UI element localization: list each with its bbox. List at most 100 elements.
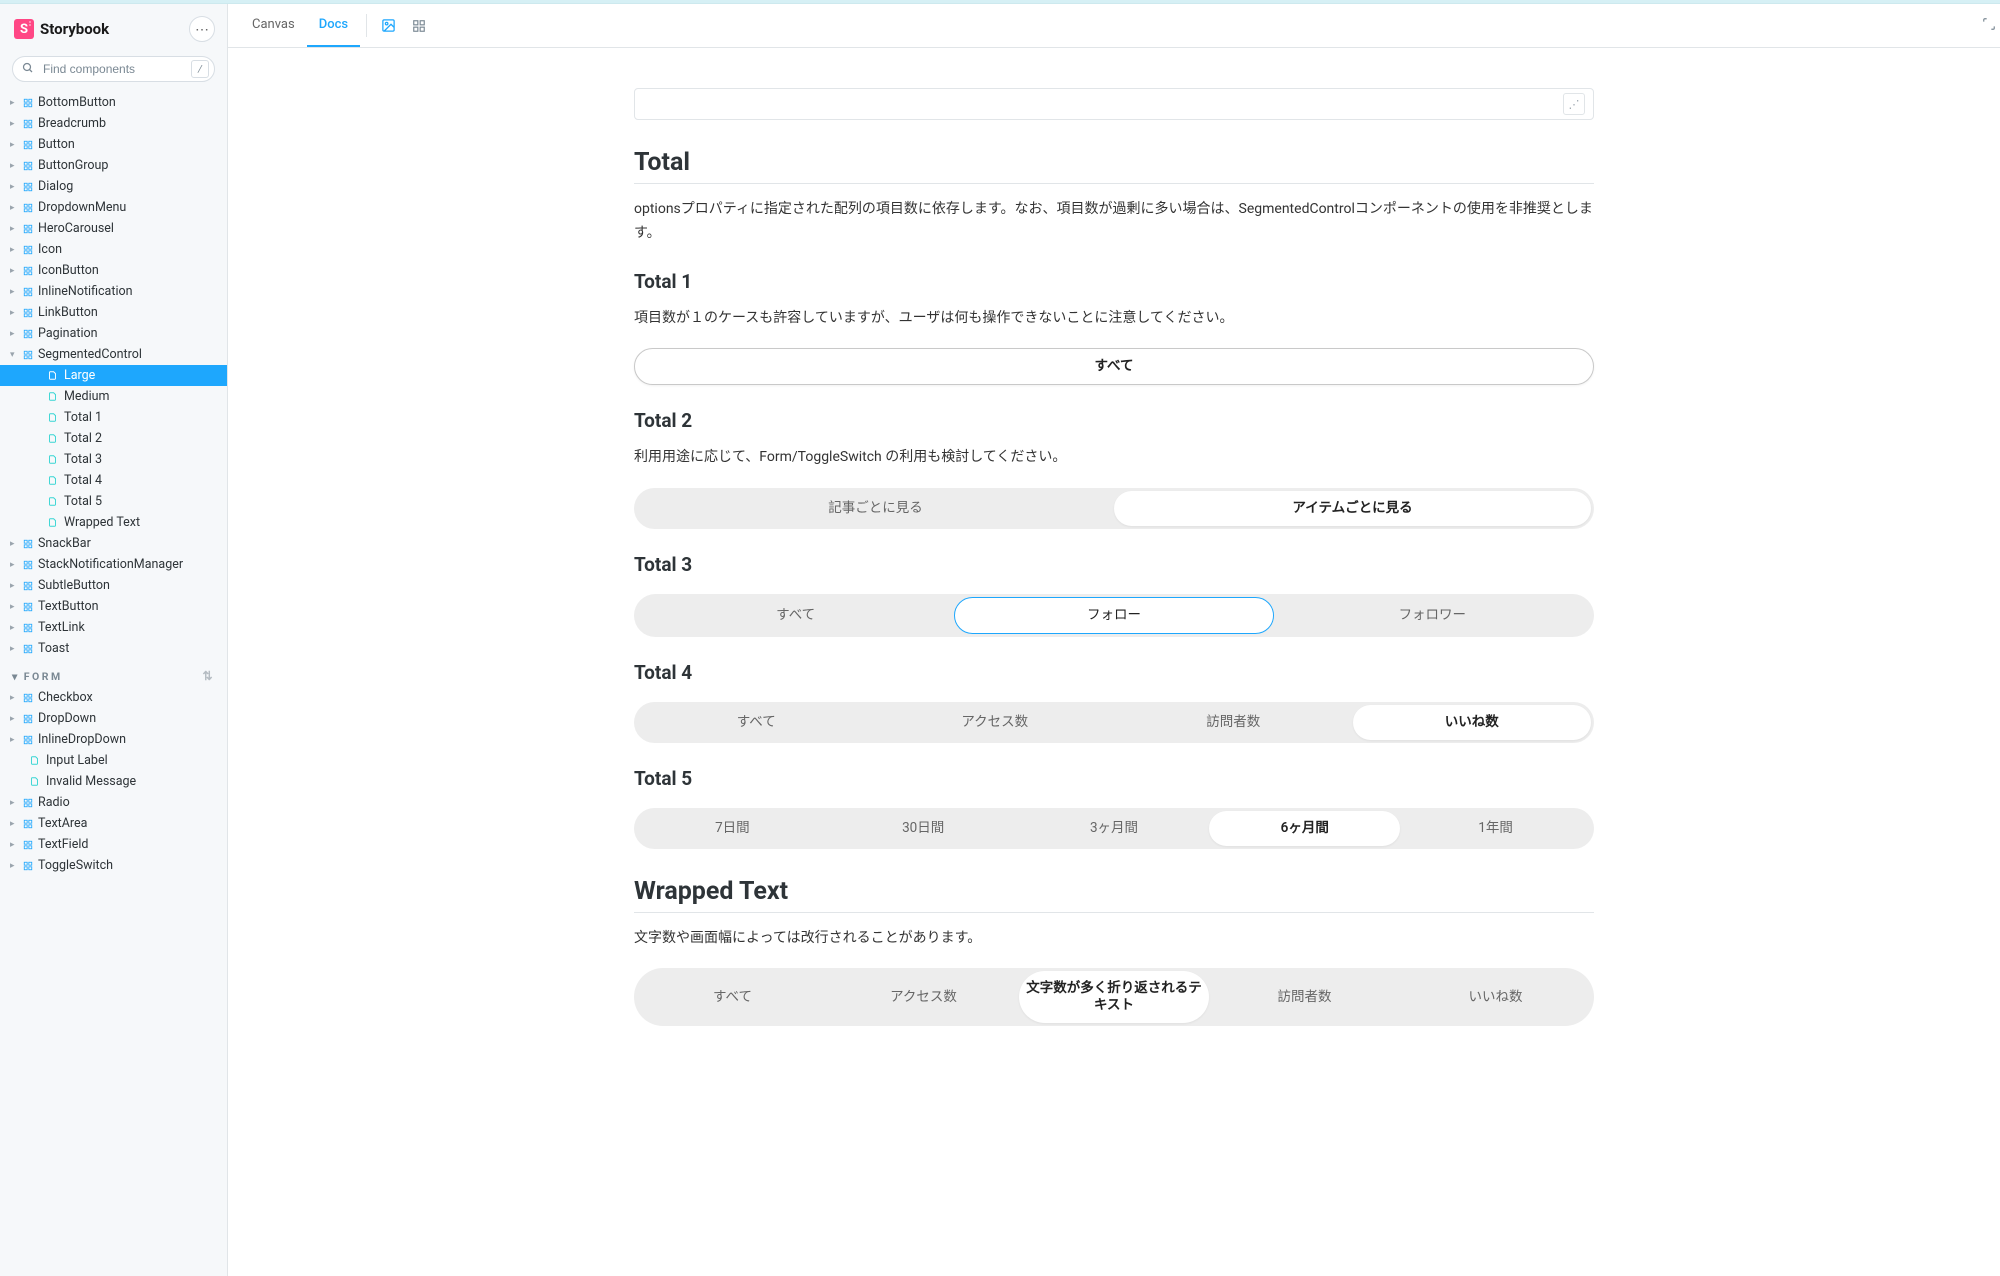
sidebar-component-button[interactable]: ▸Button — [0, 134, 227, 155]
sidebar-component-subtlebutton[interactable]: ▸SubtleButton — [0, 575, 227, 596]
resize-grip-icon[interactable]: ⋰ — [1563, 93, 1585, 115]
sidebar-component-pagination[interactable]: ▸Pagination — [0, 323, 227, 344]
segmented-option[interactable]: 1年間 — [1400, 811, 1591, 846]
search-container: / — [12, 56, 215, 82]
caret-icon: ▸ — [10, 623, 18, 633]
sort-icon[interactable]: ⇅ — [202, 669, 215, 683]
segmented-option[interactable]: フォロワー — [1274, 597, 1591, 634]
segmented-option[interactable]: 訪問者数 — [1209, 971, 1400, 1023]
document-icon — [48, 518, 58, 528]
segmented-option-label: 3ヶ月間 — [1090, 820, 1138, 837]
segmented-option[interactable]: すべて — [637, 705, 876, 740]
sidebar-group-label: FORM — [24, 670, 63, 683]
segmented-option[interactable]: フォロー — [954, 597, 1273, 634]
sidebar-component-dropdownmenu[interactable]: ▸DropdownMenu — [0, 197, 227, 218]
sidebar-component-toast[interactable]: ▸Toast — [0, 638, 227, 659]
segmented-option[interactable]: すべて — [637, 597, 954, 634]
tab-docs[interactable]: Docs — [307, 4, 360, 47]
sidebar-item-label: TextField — [38, 837, 88, 852]
tab-canvas[interactable]: Canvas — [240, 4, 307, 47]
sidebar-component-buttongroup[interactable]: ▸ButtonGroup — [0, 155, 227, 176]
search-shortcut-hint: / — [191, 60, 209, 78]
sidebar-component-herocarousel[interactable]: ▸HeroCarousel — [0, 218, 227, 239]
sidebar-group-form[interactable]: ▾ FORM ⇅ — [0, 659, 227, 687]
sidebar-component-breadcrumb[interactable]: ▸Breadcrumb — [0, 113, 227, 134]
caret-icon: ▾ — [12, 670, 20, 683]
doc-scroll[interactable]: ⋰ Total optionsプロパティに指定された配列の項目数に依存します。な… — [228, 48, 2000, 1276]
sidebar-item-label: InlineDropDown — [38, 732, 126, 747]
caret-icon: ▸ — [10, 119, 18, 129]
sidebar-component-radio[interactable]: ▸Radio — [0, 792, 227, 813]
sidebar-story-total-2[interactable]: Total 2 — [0, 428, 227, 449]
segmented-option[interactable]: アクセス数 — [828, 971, 1019, 1023]
fullscreen-toggle-icon[interactable] — [1982, 17, 1996, 35]
segmented-option[interactable]: すべて — [637, 971, 828, 1023]
sidebar-story-total-1[interactable]: Total 1 — [0, 407, 227, 428]
sidebar-item-label: LinkButton — [38, 305, 98, 320]
sidebar-component-textfield[interactable]: ▸TextField — [0, 834, 227, 855]
segmented-option[interactable]: 訪問者数 — [1114, 705, 1353, 740]
sidebar-component-dropdown[interactable]: ▸DropDown — [0, 708, 227, 729]
section-desc: 項目数が１のケースも許容していますが、ユーザは何も操作できないことに注意してくだ… — [634, 307, 1594, 331]
grid-icon[interactable] — [404, 4, 434, 47]
component-icon — [22, 97, 34, 109]
sidebar-component-segmentedcontrol[interactable]: ▾SegmentedControl — [0, 344, 227, 365]
segmented-option[interactable]: 3ヶ月間 — [1019, 811, 1210, 846]
sidebar-component-toggleswitch[interactable]: ▸ToggleSwitch — [0, 855, 227, 876]
segmented-option[interactable]: 文字数が多く折り返されるテキスト — [1019, 971, 1209, 1023]
sidebar-component-textarea[interactable]: ▸TextArea — [0, 813, 227, 834]
caret-icon: ▸ — [10, 693, 18, 703]
segmented-option[interactable]: 30日間 — [828, 811, 1019, 846]
search-input[interactable] — [12, 56, 215, 82]
sidebar-component-icon[interactable]: ▸Icon — [0, 239, 227, 260]
component-icon — [22, 181, 34, 193]
sidebar-component-inlinenotification[interactable]: ▸InlineNotification — [0, 281, 227, 302]
ellipsis-icon: ⋯ — [195, 21, 209, 38]
segmented-option[interactable]: アクセス数 — [876, 705, 1115, 740]
segmented-option[interactable]: いいね数 — [1353, 705, 1592, 740]
toolbar: Canvas Docs — [228, 4, 2000, 48]
sidebar-story-total-5[interactable]: Total 5 — [0, 491, 227, 512]
sidebar-story-total-4[interactable]: Total 4 — [0, 470, 227, 491]
section-desc-total: optionsプロパティに指定された配列の項目数に依存します。なお、項目数が過剰… — [634, 198, 1594, 246]
sidebar-component-linkbutton[interactable]: ▸LinkButton — [0, 302, 227, 323]
caret-icon: ▸ — [10, 735, 18, 745]
segmented-option[interactable]: 6ヶ月間 — [1209, 811, 1400, 846]
preview-frame-remnant: ⋰ — [634, 88, 1594, 120]
sidebar-item-label: ButtonGroup — [38, 158, 108, 173]
image-diff-icon[interactable] — [373, 4, 404, 47]
sidebar-story-total-3[interactable]: Total 3 — [0, 449, 227, 470]
sidebar-tree[interactable]: ▸BottomButton▸Breadcrumb▸Button▸ButtonGr… — [0, 92, 227, 1276]
segmented-control: すべて — [634, 348, 1594, 385]
caret-icon: ▾ — [10, 350, 18, 360]
sidebar-story-invalid-message[interactable]: Invalid Message — [0, 771, 227, 792]
sidebar-component-textbutton[interactable]: ▸TextButton — [0, 596, 227, 617]
sidebar-component-iconbutton[interactable]: ▸IconButton — [0, 260, 227, 281]
sidebar-component-snackbar[interactable]: ▸SnackBar — [0, 533, 227, 554]
segmented-option[interactable]: いいね数 — [1400, 971, 1591, 1023]
sidebar-component-dialog[interactable]: ▸Dialog — [0, 176, 227, 197]
sidebar-story-medium[interactable]: Medium — [0, 386, 227, 407]
component-icon — [22, 223, 34, 235]
section-heading-total-2: Total 2 — [634, 409, 1594, 432]
sidebar-story-wrapped-text[interactable]: Wrapped Text — [0, 512, 227, 533]
segmented-option[interactable]: アイテムごとに見る — [1114, 491, 1591, 526]
sidebar-component-bottombutton[interactable]: ▸BottomButton — [0, 92, 227, 113]
sidebar-item-label: Toast — [38, 641, 69, 656]
search-icon — [22, 62, 34, 77]
sidebar-component-textlink[interactable]: ▸TextLink — [0, 617, 227, 638]
sidebar-component-stacknotificationmanager[interactable]: ▸StackNotificationManager — [0, 554, 227, 575]
segmented-option[interactable]: 記事ごとに見る — [637, 491, 1114, 526]
sidebar-component-inlinedropdown[interactable]: ▸ InlineDropDown — [0, 729, 227, 750]
segmented-option[interactable]: すべて — [634, 348, 1594, 385]
sidebar-component-checkbox[interactable]: ▸Checkbox — [0, 687, 227, 708]
sidebar-item-label: Total 5 — [64, 494, 102, 509]
sidebar-menu-button[interactable]: ⋯ — [189, 16, 215, 42]
caret-icon: ▸ — [10, 798, 18, 808]
segmented-option[interactable]: 7日間 — [637, 811, 828, 846]
storybook-logo[interactable]: S Storybook — [14, 19, 109, 39]
sidebar-story-input-label[interactable]: Input Label — [0, 750, 227, 771]
sidebar-story-large[interactable]: Large — [0, 365, 227, 386]
sidebar-header: S Storybook ⋯ — [0, 4, 227, 52]
sidebar-item-label: StackNotificationManager — [38, 557, 183, 572]
